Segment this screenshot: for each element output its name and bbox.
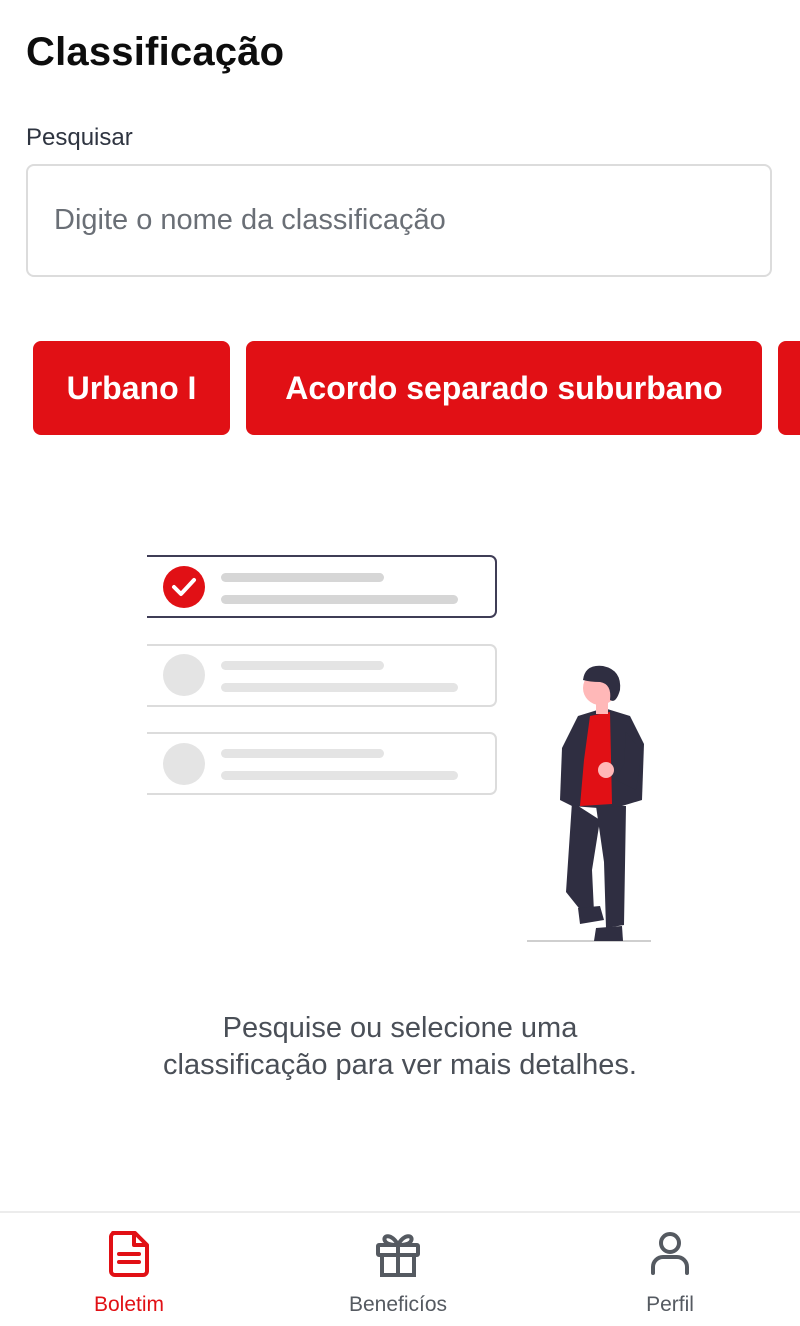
empty-state-illustration [147, 555, 651, 942]
search-label: Pesquisar [26, 124, 133, 151]
bottom-navigation: Boletim Beneficíos Perfil [0, 1211, 800, 1326]
check-icon [163, 566, 205, 608]
search-input[interactable] [26, 164, 772, 277]
chip-partial[interactable] [778, 341, 800, 435]
person-figure [560, 665, 644, 941]
nav-item-boletim[interactable]: Boletim [29, 1213, 229, 1326]
nav-item-perfil[interactable]: Perfil [570, 1213, 770, 1326]
chip-urbano-i[interactable]: Urbano I [33, 341, 230, 435]
empty-state-message: Pesquise ou selecione uma classificação … [163, 1012, 637, 1081]
nav-label-perfil: Perfil [646, 1293, 694, 1316]
user-icon [651, 1232, 689, 1275]
chip-acordo-separado-suburbano[interactable]: Acordo separado suburbano [246, 341, 762, 435]
gift-icon [376, 1234, 420, 1277]
document-icon [109, 1231, 149, 1277]
page-title: Classificação [26, 30, 285, 74]
checklist-card [147, 732, 497, 795]
nav-label-beneficios: Beneficíos [348, 1293, 448, 1316]
checklist-card [147, 644, 497, 707]
nav-item-beneficios[interactable]: Beneficíos [298, 1213, 498, 1326]
checklist-card-selected [147, 555, 497, 618]
nav-label-boletim: Boletim [93, 1293, 165, 1316]
